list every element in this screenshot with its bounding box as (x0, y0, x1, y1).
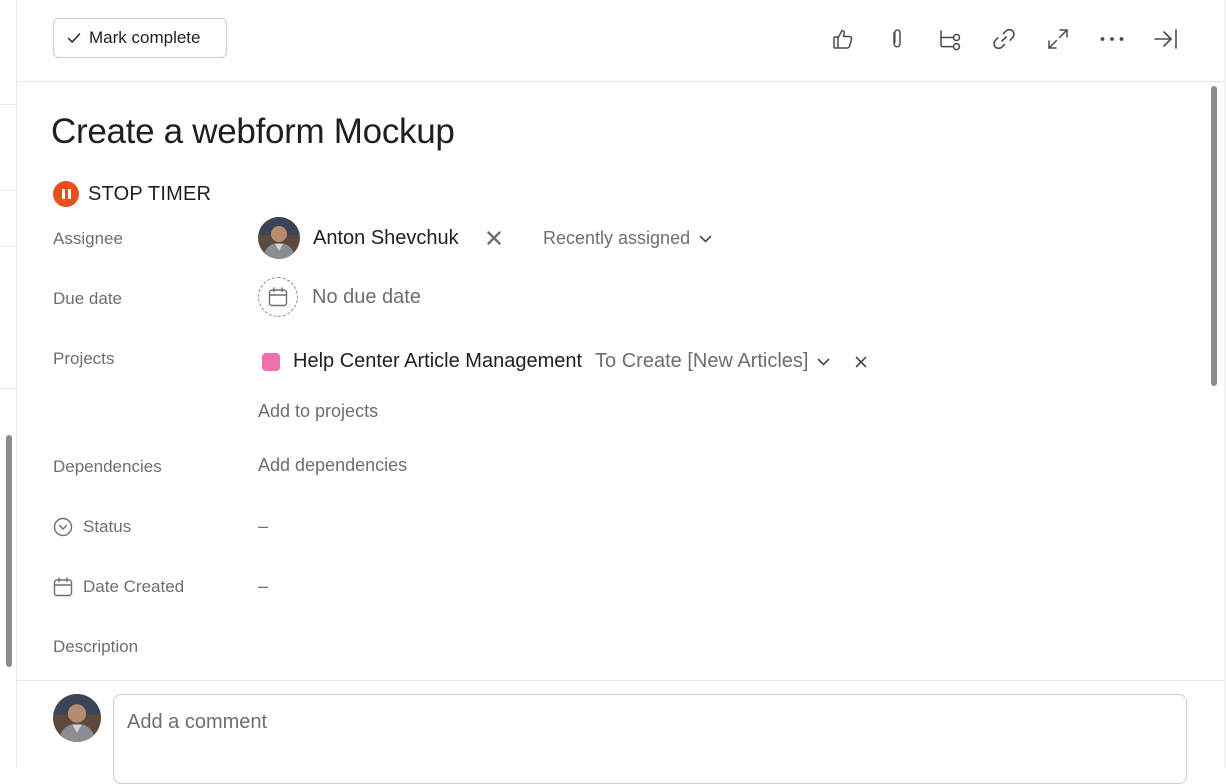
assignee-label: Assignee (53, 229, 123, 248)
details-scrollbar[interactable] (1211, 86, 1217, 386)
remove-assignee-button[interactable] (483, 227, 505, 249)
divider (0, 246, 16, 247)
checkmark-icon (67, 33, 81, 43)
divider (0, 104, 16, 105)
copy-link-button[interactable] (989, 24, 1019, 54)
mark-complete-label: Mark complete (89, 28, 201, 47)
task-detail-pane: Mark complete Create a webform Mockup ST… (17, 0, 1226, 784)
due-date-value: No due date (312, 285, 421, 308)
mark-complete-button[interactable]: Mark complete (53, 18, 227, 58)
recently-assigned-dropdown[interactable]: Recently assigned (543, 228, 712, 249)
chevron-down-icon (818, 358, 830, 365)
status-value[interactable]: – (258, 516, 268, 537)
project-name-link[interactable]: Help Center Article Management (293, 350, 582, 373)
stop-timer-button[interactable]: STOP TIMER (53, 181, 211, 207)
add-dependencies-button[interactable]: Add dependencies (258, 455, 407, 476)
assignee-field[interactable]: Anton Shevchuk (258, 217, 505, 259)
link-icon (993, 28, 1015, 50)
paperclip-icon (893, 29, 901, 48)
calendar-icon (53, 577, 73, 597)
project-row: Help Center Article Management To Create… (262, 350, 870, 373)
due-date-field[interactable]: No due date (258, 277, 421, 317)
calendar-icon (258, 277, 298, 317)
projects-label: Projects (53, 349, 115, 368)
expand-icon (1048, 29, 1068, 49)
comment-input[interactable]: Add a comment (113, 694, 1187, 784)
chevron-down-icon (699, 235, 712, 242)
close-icon (856, 356, 867, 367)
divider (0, 190, 16, 191)
close-panel-icon (1154, 29, 1177, 49)
avatar (258, 217, 300, 259)
project-section-dropdown[interactable]: To Create [New Articles] (595, 350, 830, 373)
more-actions-button[interactable] (1097, 24, 1127, 54)
due-date-label: Due date (53, 289, 122, 308)
more-icon (1100, 37, 1124, 41)
close-details-button[interactable] (1151, 24, 1181, 54)
assignee-name: Anton Shevchuk (313, 226, 459, 249)
recently-assigned-label: Recently assigned (543, 228, 691, 248)
dependencies-label: Dependencies (53, 457, 162, 476)
status-label: Status (53, 517, 131, 537)
date-created-label: Date Created (53, 577, 184, 597)
comment-footer: Add a comment (17, 680, 1224, 784)
chevron-circle-icon (53, 517, 73, 537)
thumbs-up-icon (833, 29, 853, 49)
project-section-label: To Create [New Articles] (595, 350, 809, 372)
left-scrollbar[interactable] (6, 435, 12, 667)
description-label: Description (53, 637, 139, 656)
subtask-button[interactable] (935, 24, 965, 54)
avatar (53, 694, 101, 742)
like-button[interactable] (828, 24, 858, 54)
close-icon (486, 231, 501, 245)
date-created-value: – (258, 576, 269, 596)
fullscreen-button[interactable] (1043, 24, 1073, 54)
project-color-swatch (262, 352, 280, 371)
task-title[interactable]: Create a webform Mockup (51, 112, 455, 152)
divider (0, 388, 16, 389)
pause-icon (53, 181, 79, 207)
add-to-projects-button[interactable]: Add to projects (258, 401, 378, 422)
left-panel-edge (0, 0, 17, 768)
attach-button[interactable] (882, 24, 912, 54)
subtask-icon (940, 30, 961, 51)
timer-label: STOP TIMER (88, 182, 212, 205)
task-toolbar: Mark complete (17, 0, 1224, 82)
remove-project-button[interactable] (852, 353, 870, 371)
